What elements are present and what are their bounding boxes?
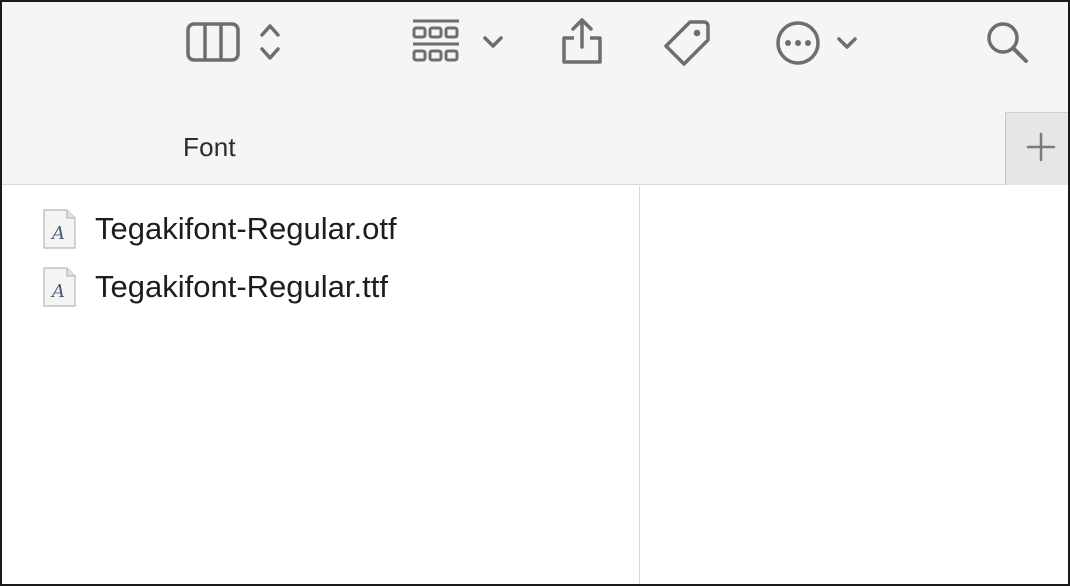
- share-button[interactable]: [559, 16, 605, 66]
- chevron-down-icon: [836, 33, 858, 53]
- preview-column: [640, 186, 1068, 584]
- plus-icon: [1026, 132, 1056, 167]
- toolbar: Font: [2, 2, 1068, 185]
- chevron-down-icon: [482, 32, 504, 52]
- tags-button[interactable]: [660, 18, 712, 68]
- svg-text:A: A: [50, 223, 65, 244]
- new-tab-button[interactable]: [1005, 112, 1068, 185]
- finder-window: Font A Tegakifont-Regular.otf A Tegakifo…: [0, 0, 1070, 586]
- column-browser: A Tegakifont-Regular.otf A Tegakifont-Re…: [2, 186, 1068, 584]
- actions-button[interactable]: [774, 19, 858, 67]
- view-mode-button[interactable]: [185, 20, 282, 64]
- tag-icon: [660, 18, 712, 68]
- search-icon: [984, 19, 1032, 67]
- file-name: Tegakifont-Regular.ttf: [95, 269, 388, 304]
- font-file-icon: A: [40, 209, 78, 249]
- file-name: Tegakifont-Regular.otf: [95, 211, 397, 246]
- up-down-chevron-icon: [258, 20, 282, 64]
- list-item[interactable]: A Tegakifont-Regular.otf: [40, 207, 397, 251]
- grid-group-icon: [410, 18, 462, 66]
- svg-text:A: A: [50, 281, 65, 302]
- ellipsis-circle-icon: [774, 19, 822, 67]
- search-button[interactable]: [984, 19, 1032, 67]
- font-file-icon: A: [40, 267, 78, 307]
- column-view-icon: [185, 20, 241, 64]
- group-button[interactable]: [410, 18, 504, 66]
- tab-font[interactable]: Font: [183, 132, 236, 163]
- share-icon: [559, 16, 605, 66]
- list-item[interactable]: A Tegakifont-Regular.ttf: [40, 265, 388, 309]
- file-column[interactable]: A Tegakifont-Regular.otf A Tegakifont-Re…: [2, 186, 639, 584]
